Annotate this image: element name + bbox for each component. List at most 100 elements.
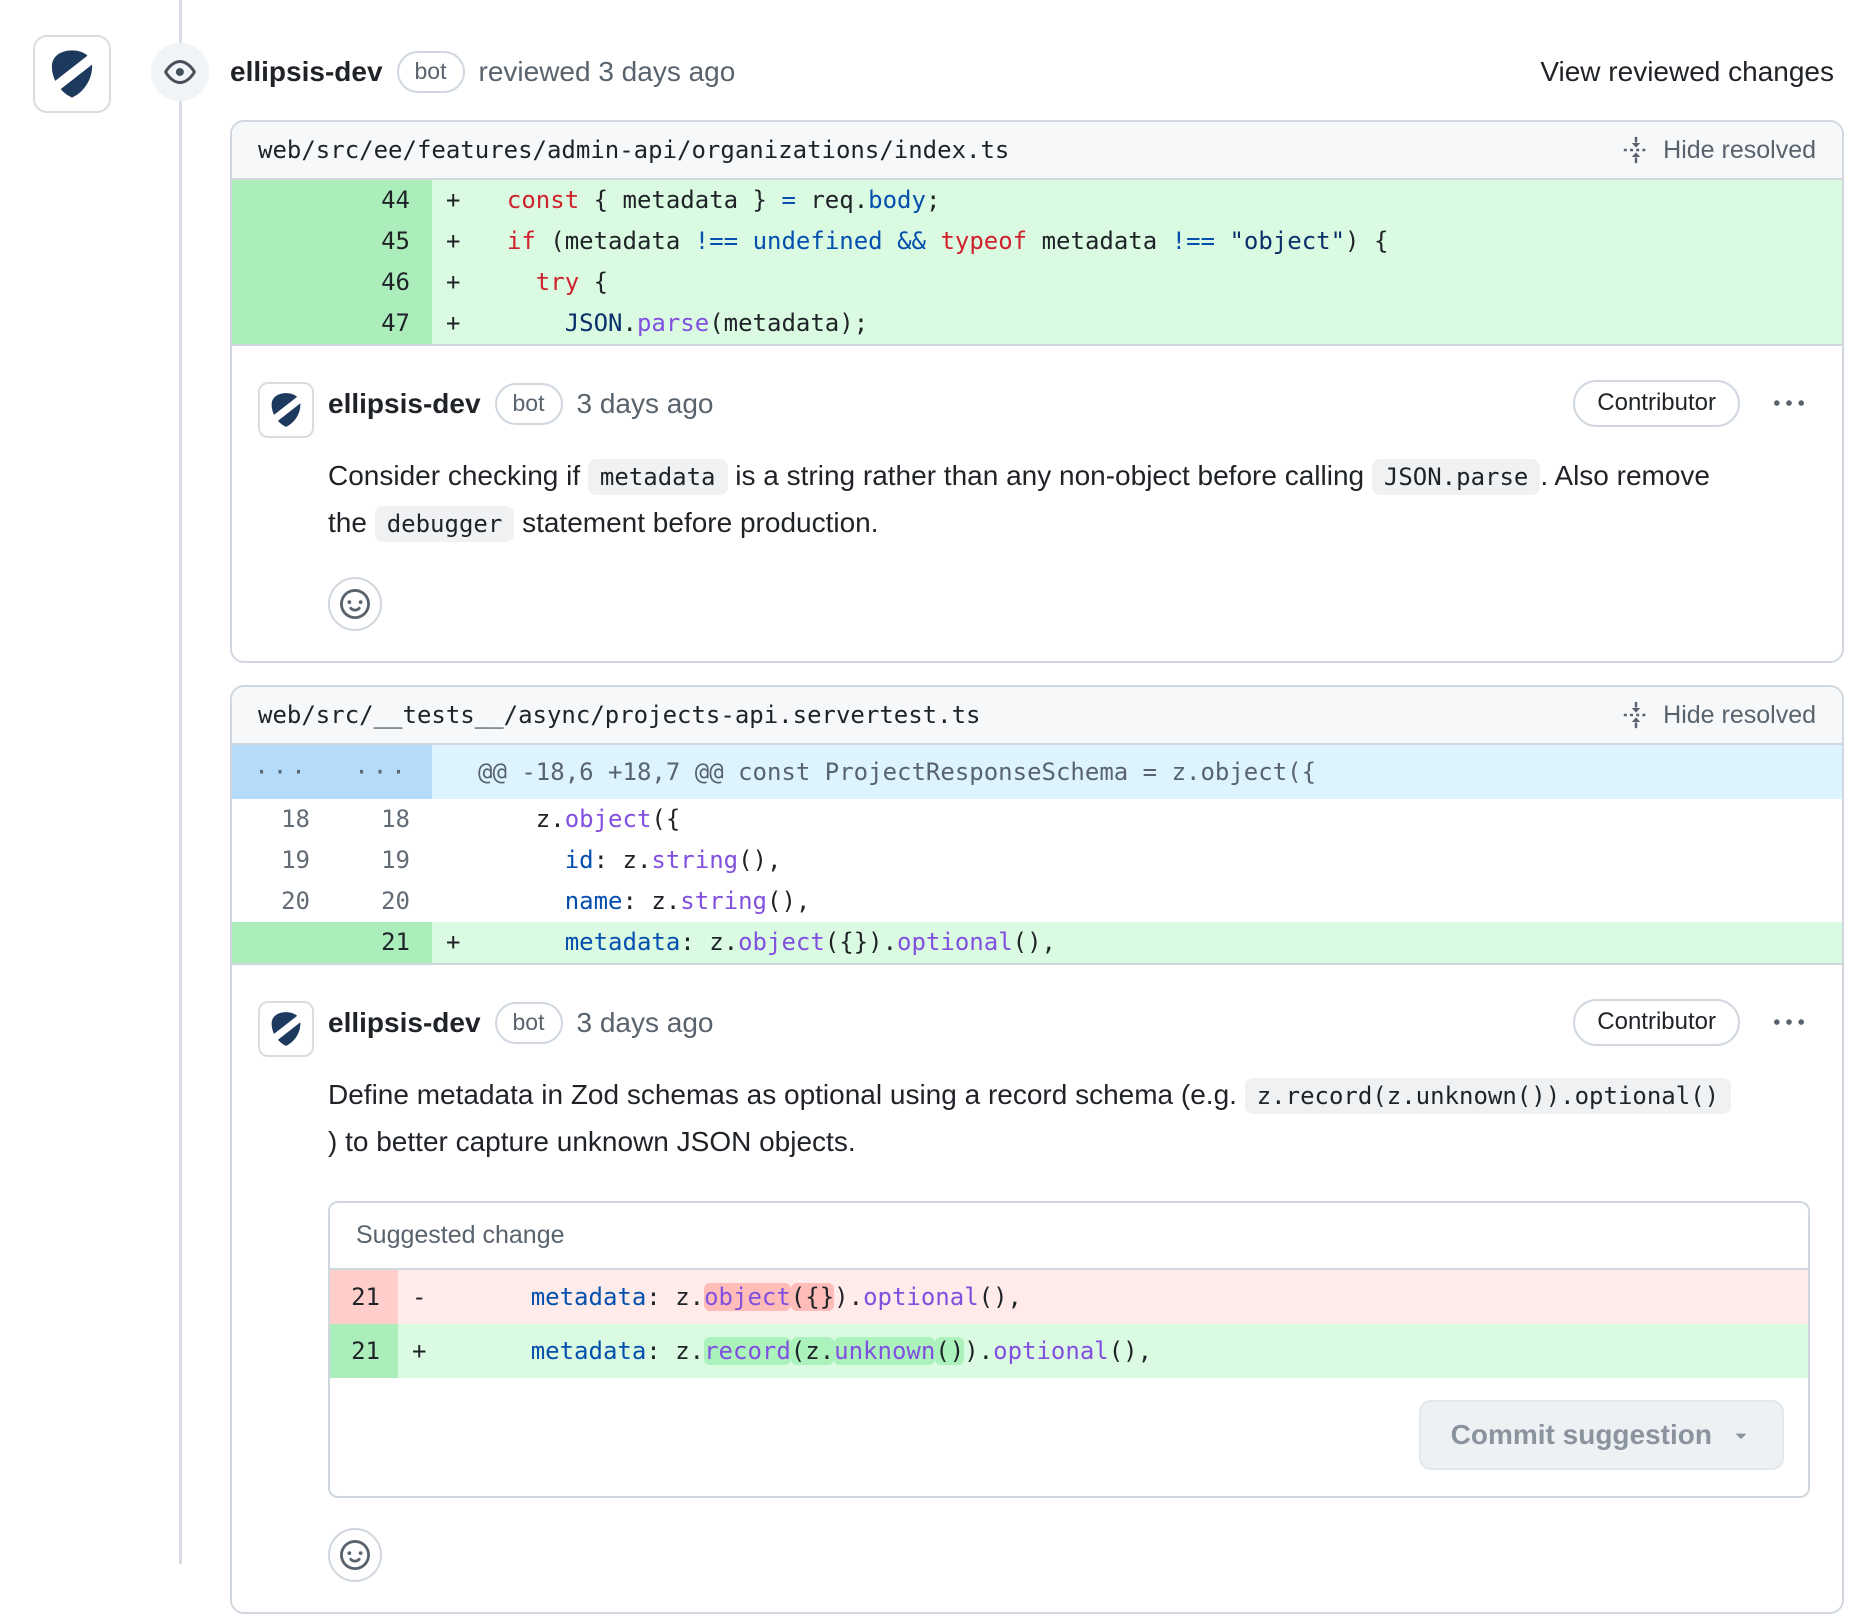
code-token: (), (1109, 1337, 1152, 1365)
line-number: 21 (330, 1270, 398, 1324)
inline-code: z.record(z.unknown()).optional() (1245, 1078, 1731, 1114)
view-reviewed-changes-link[interactable]: View reviewed changes (1540, 56, 1834, 88)
code-token: (), (1013, 928, 1056, 956)
code-line: name: z.string(), (478, 881, 1842, 922)
commit-suggestion-button[interactable]: Commit suggestion (1419, 1400, 1784, 1470)
code-line: z.object({ (478, 799, 1842, 840)
code-token: req. (796, 186, 868, 214)
code-token: : z. (623, 887, 681, 915)
code-token: optional (897, 928, 1013, 956)
code-token: () (935, 1337, 964, 1365)
inline-code: debugger (375, 506, 515, 542)
diff-row: 44+ const { metadata } = req.body; (232, 180, 1842, 221)
code-token: (), (767, 887, 810, 915)
diff-table: ······@@ -18,6 +18,7 @@ const ProjectRes… (232, 745, 1842, 963)
code-line: JSON.parse(metadata); (478, 303, 1842, 344)
reviewer-avatar[interactable] (33, 35, 111, 113)
diff-row: 46+ try { (232, 262, 1842, 303)
code-token: object (704, 1283, 791, 1311)
comment-avatar[interactable] (258, 1001, 314, 1057)
code-token: : z. (594, 846, 652, 874)
line-number: 47 (332, 303, 432, 344)
code-line: id: z.string(), (478, 840, 1842, 881)
code-token: "object" (1229, 227, 1345, 255)
code-token (478, 268, 536, 296)
code-token: ) { (1345, 227, 1388, 255)
diff-table: 44+ const { metadata } = req.body;45+ if… (232, 180, 1842, 344)
code-token (478, 928, 565, 956)
review-thread-card: web/src/ee/features/admin-api/organizati… (230, 120, 1844, 663)
comment-text: Define metadata in Zod schemas as option… (328, 1072, 1748, 1165)
hide-resolved-button[interactable]: Hide resolved (1621, 700, 1816, 730)
line-number (232, 180, 332, 221)
line-number: 20 (332, 881, 432, 922)
comment-options-button[interactable] (1768, 1002, 1810, 1044)
diff-row: 45+ if (metadata !== undefined && typeof… (232, 221, 1842, 262)
code-token (926, 227, 940, 255)
diff-sign (432, 881, 478, 922)
fold-icon (1621, 700, 1651, 730)
hide-resolved-label: Hide resolved (1663, 136, 1816, 165)
comment-author[interactable]: ellipsis-dev (328, 1007, 481, 1039)
diff-sign: + (398, 1324, 444, 1378)
code-token: metadata (531, 1337, 647, 1365)
code-token: : z. (646, 1337, 704, 1365)
bot-badge: bot (495, 1002, 563, 1044)
suggestion-diff-row: 21- metadata: z.object({}).optional(), (330, 1270, 1808, 1324)
line-number: ··· (332, 745, 432, 799)
code-token: metadata (531, 1283, 647, 1311)
kebab-horizontal-icon (1774, 389, 1804, 419)
comment-avatar[interactable] (258, 382, 314, 438)
code-token (1215, 227, 1229, 255)
smiley-icon (340, 589, 370, 619)
line-number (232, 262, 332, 303)
code-token: z. (478, 805, 565, 833)
review-comment: ellipsis-dev bot 3 days ago Contributor … (232, 344, 1842, 661)
suggested-change-block: Suggested change 21- metadata: z.object(… (328, 1201, 1810, 1498)
diff-sign (432, 840, 478, 881)
comment-text: Consider checking if metadata is a strin… (328, 453, 1748, 547)
comment-author[interactable]: ellipsis-dev (328, 388, 481, 420)
suggestion-diff-row: 21+ metadata: z.record(z.unknown()).opti… (330, 1324, 1808, 1378)
code-token: { metadata } (579, 186, 781, 214)
diff-row: 1919 id: z.string(), (232, 840, 1842, 881)
code-token: (metadata (536, 227, 695, 255)
line-number: 44 (332, 180, 432, 221)
ellipsis-logo-icon (266, 1009, 306, 1049)
diff-sign: + (432, 221, 478, 262)
code-token: optional (993, 1337, 1109, 1365)
file-path-link[interactable]: web/src/ee/features/admin-api/organizati… (258, 136, 1009, 164)
line-number: 21 (330, 1324, 398, 1378)
code-token: !== (695, 227, 738, 255)
hide-resolved-button[interactable]: Hide resolved (1621, 135, 1816, 165)
line-number (232, 922, 332, 963)
code-token: const (507, 186, 579, 214)
diff-sign: - (398, 1270, 444, 1324)
diff-row: 47+ JSON.parse(metadata); (232, 303, 1842, 344)
code-token: optional (863, 1283, 979, 1311)
comment-timestamp[interactable]: 3 days ago (577, 1007, 714, 1039)
code-token: record (704, 1337, 791, 1365)
code-token: object (738, 928, 825, 956)
code-token (478, 186, 507, 214)
code-line: metadata: z.record(z.unknown()).optional… (444, 1324, 1808, 1378)
review-comment: ellipsis-dev bot 3 days ago Contributor … (232, 963, 1842, 1612)
line-number: 19 (332, 840, 432, 881)
code-token: typeof (940, 227, 1027, 255)
line-number: 18 (232, 799, 332, 840)
diff-sign: + (432, 922, 478, 963)
diff-row: 1818 z.object({ (232, 799, 1842, 840)
code-token: : z. (680, 928, 738, 956)
kebab-horizontal-icon (1774, 1008, 1804, 1038)
code-line: try { (478, 262, 1842, 303)
comment-timestamp[interactable]: 3 days ago (577, 388, 714, 420)
add-reaction-button[interactable] (328, 577, 382, 631)
code-token: { (579, 268, 608, 296)
reviewer-name[interactable]: ellipsis-dev (230, 56, 383, 88)
code-line: metadata: z.object({}).optional(), (444, 1270, 1808, 1324)
add-reaction-button[interactable] (328, 1528, 382, 1582)
file-path-link[interactable]: web/src/__tests__/async/projects-api.ser… (258, 701, 980, 729)
comment-options-button[interactable] (1768, 383, 1810, 425)
code-token: name (565, 887, 623, 915)
triangle-down-icon (1730, 1424, 1752, 1446)
